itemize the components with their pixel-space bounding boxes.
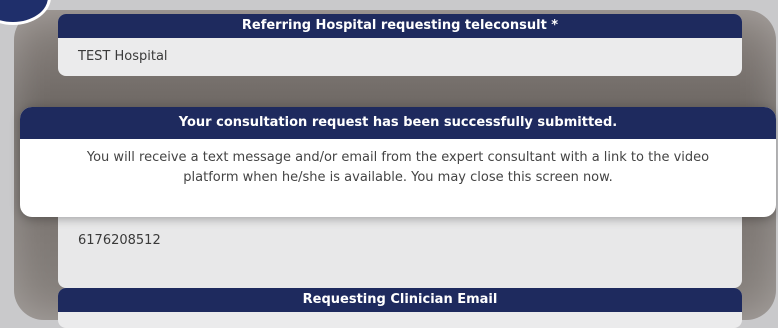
referring-hospital-field: Referring Hospital requesting teleconsul… bbox=[58, 14, 742, 76]
phone-field: 6176208512 bbox=[58, 208, 742, 288]
success-dialog: Your consultation request has been succe… bbox=[20, 107, 776, 217]
clinician-email-label: Requesting Clinician Email bbox=[58, 288, 742, 312]
referring-hospital-label: Referring Hospital requesting teleconsul… bbox=[58, 14, 742, 38]
phone-input[interactable]: 6176208512 bbox=[58, 222, 161, 260]
dialog-title: Your consultation request has been succe… bbox=[20, 107, 776, 139]
dialog-message: You will receive a text message and/or e… bbox=[86, 150, 710, 185]
referring-hospital-input[interactable]: TEST Hospital bbox=[58, 38, 742, 76]
clinician-email-field: Requesting Clinician Email bbox=[58, 288, 742, 328]
